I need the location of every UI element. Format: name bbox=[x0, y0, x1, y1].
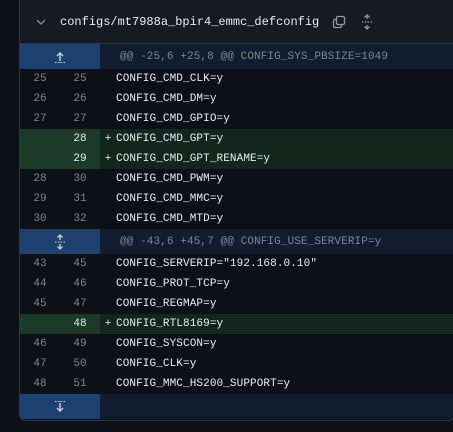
old-line-number[interactable]: 29 bbox=[20, 189, 60, 209]
new-line-number[interactable]: 25 bbox=[60, 69, 100, 89]
new-line-number[interactable]: 50 bbox=[60, 354, 100, 374]
new-line-number[interactable]: 31 bbox=[60, 189, 100, 209]
line-code: CONFIG_MMC_HS200_SUPPORT=y bbox=[116, 378, 291, 390]
diff-line-added: 29 + CONFIG_CMD_GPT_RENAME=y bbox=[20, 149, 453, 169]
diff-sign: + bbox=[104, 318, 112, 330]
old-line-number[interactable] bbox=[20, 314, 60, 334]
new-line-number[interactable]: 47 bbox=[60, 294, 100, 314]
new-line-number[interactable]: 46 bbox=[60, 274, 100, 294]
expand-up-icon[interactable] bbox=[20, 44, 100, 69]
line-code: CONFIG_CMD_MTD=y bbox=[116, 213, 224, 225]
diff-line: 25 25 CONFIG_CMD_CLK=y bbox=[20, 69, 453, 89]
new-line-number[interactable]: 51 bbox=[60, 374, 100, 394]
hunk-header-text: @@ -43,6 +45,7 @@ CONFIG_USE_SERVERIP=y bbox=[120, 235, 382, 248]
line-code: CONFIG_CMD_DM=y bbox=[116, 93, 217, 105]
hunk-footer bbox=[20, 394, 453, 419]
line-code: CONFIG_RTL8169=y bbox=[116, 318, 224, 330]
new-line-number[interactable]: 27 bbox=[60, 109, 100, 129]
line-code: CONFIG_CMD_GPT_RENAME=y bbox=[116, 153, 271, 165]
old-line-number[interactable]: 30 bbox=[20, 209, 60, 229]
old-line-number[interactable]: 28 bbox=[20, 169, 60, 189]
hunk-header: @@ -43,6 +45,7 @@ CONFIG_USE_SERVERIP=y bbox=[20, 229, 453, 254]
unfold-icon[interactable] bbox=[359, 13, 375, 30]
line-code: CONFIG_CLK=y bbox=[116, 358, 197, 370]
line-code: CONFIG_CMD_CLK=y bbox=[116, 73, 224, 85]
old-line-number[interactable]: 47 bbox=[20, 354, 60, 374]
old-line-number[interactable]: 25 bbox=[20, 69, 60, 89]
hunk-header-text: @@ -25,6 +25,8 @@ CONFIG_SYS_PBSIZE=1049 bbox=[120, 50, 389, 63]
line-code: CONFIG_CMD_PWM=y bbox=[116, 173, 224, 185]
line-code: CONFIG_SERVERIP="192.168.0.10" bbox=[116, 258, 318, 270]
old-line-number[interactable]: 43 bbox=[20, 254, 60, 274]
copy-icon[interactable] bbox=[331, 14, 347, 30]
line-code: CONFIG_CMD_MMC=y bbox=[116, 193, 224, 205]
diff-sign: + bbox=[104, 153, 112, 165]
expand-down-icon[interactable] bbox=[20, 394, 100, 419]
diff-line: 29 31 CONFIG_CMD_MMC=y bbox=[20, 189, 453, 209]
diff-line: 26 26 CONFIG_CMD_DM=y bbox=[20, 89, 453, 109]
diff-rows: @@ -25,6 +25,8 @@ CONFIG_SYS_PBSIZE=1049… bbox=[20, 44, 453, 419]
old-line-number[interactable]: 46 bbox=[20, 334, 60, 354]
old-line-number[interactable]: 27 bbox=[20, 109, 60, 129]
new-line-number[interactable]: 49 bbox=[60, 334, 100, 354]
line-code: CONFIG_CMD_GPIO=y bbox=[116, 113, 230, 125]
file-name[interactable]: configs/mt7988a_bpir4_emmc_defconfig bbox=[60, 15, 319, 29]
diff-line: 44 46 CONFIG_PROT_TCP=y bbox=[20, 274, 453, 294]
old-line-number[interactable]: 48 bbox=[20, 374, 60, 394]
line-code: CONFIG_PROT_TCP=y bbox=[116, 278, 230, 290]
diff-line: 46 49 CONFIG_SYSCON=y bbox=[20, 334, 453, 354]
new-line-number[interactable]: 28 bbox=[60, 129, 100, 149]
new-line-number[interactable]: 45 bbox=[60, 254, 100, 274]
chevron-down-icon[interactable] bbox=[34, 15, 48, 29]
line-code: CONFIG_CMD_GPT=y bbox=[116, 133, 224, 145]
diff-line: 43 45 CONFIG_SERVERIP="192.168.0.10" bbox=[20, 254, 453, 274]
diff-line: 47 50 CONFIG_CLK=y bbox=[20, 354, 453, 374]
diff-line: 27 27 CONFIG_CMD_GPIO=y bbox=[20, 109, 453, 129]
new-line-number[interactable]: 30 bbox=[60, 169, 100, 189]
file-header: configs/mt7988a_bpir4_emmc_defconfig bbox=[20, 0, 453, 44]
new-line-number[interactable]: 48 bbox=[60, 314, 100, 334]
diff-file: configs/mt7988a_bpir4_emmc_defconfig @@ … bbox=[19, 0, 453, 421]
new-line-number[interactable]: 32 bbox=[60, 209, 100, 229]
line-code: CONFIG_SYSCON=y bbox=[116, 338, 217, 350]
expand-both-icon[interactable] bbox=[20, 229, 100, 254]
old-line-number[interactable] bbox=[20, 149, 60, 169]
old-line-number[interactable]: 44 bbox=[20, 274, 60, 294]
diff-line-added: 48 + CONFIG_RTL8169=y bbox=[20, 314, 453, 334]
diff-line: 45 47 CONFIG_REGMAP=y bbox=[20, 294, 453, 314]
diff-sign: + bbox=[104, 133, 112, 145]
new-line-number[interactable]: 29 bbox=[60, 149, 100, 169]
new-line-number[interactable]: 26 bbox=[60, 89, 100, 109]
line-code: CONFIG_REGMAP=y bbox=[116, 298, 217, 310]
diff-line: 48 51 CONFIG_MMC_HS200_SUPPORT=y bbox=[20, 374, 453, 394]
diff-line: 30 32 CONFIG_CMD_MTD=y bbox=[20, 209, 453, 229]
diff-line: 28 30 CONFIG_CMD_PWM=y bbox=[20, 169, 453, 189]
diff-line-added: 28 + CONFIG_CMD_GPT=y bbox=[20, 129, 453, 149]
old-line-number[interactable]: 26 bbox=[20, 89, 60, 109]
old-line-number[interactable] bbox=[20, 129, 60, 149]
hunk-header: @@ -25,6 +25,8 @@ CONFIG_SYS_PBSIZE=1049 bbox=[20, 44, 453, 69]
old-line-number[interactable]: 45 bbox=[20, 294, 60, 314]
